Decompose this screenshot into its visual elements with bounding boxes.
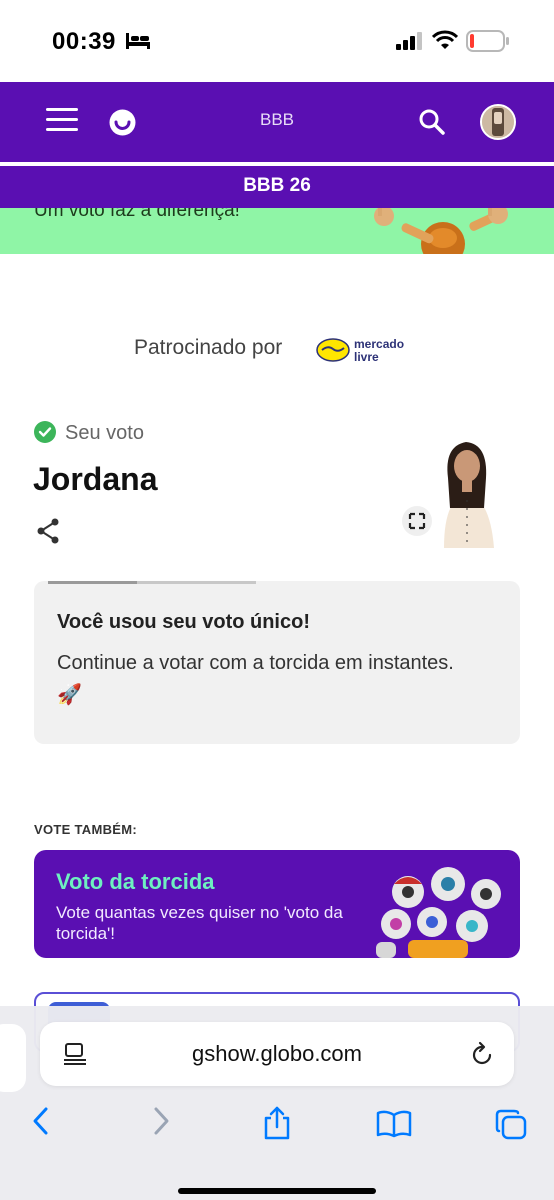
browser-toolbar: gshow.globo.com	[0, 1006, 554, 1200]
eyeball-mascots-illustration	[376, 867, 501, 958]
cooldown-progress-fill	[48, 581, 138, 584]
sleep-mode-icon	[126, 33, 150, 49]
cooldown-progress	[48, 581, 256, 584]
vote-status-label: Seu voto	[65, 422, 144, 444]
bookmarks-icon[interactable]	[376, 1110, 412, 1138]
avatar[interactable]	[480, 104, 516, 140]
candidate-name: Jordana	[33, 461, 158, 497]
crowd-vote-title: Voto da torcida	[56, 869, 215, 894]
wifi-icon	[432, 30, 458, 49]
share-sheet-icon[interactable]	[262, 1106, 292, 1140]
tabs-icon[interactable]	[494, 1108, 528, 1140]
address-bar[interactable]: gshow.globo.com	[40, 1022, 514, 1086]
forward-icon[interactable]	[150, 1106, 172, 1136]
back-icon[interactable]	[30, 1106, 52, 1136]
mascot-illustration	[374, 208, 508, 254]
previous-tab-peek[interactable]	[0, 1024, 26, 1092]
search-icon[interactable]	[418, 108, 446, 136]
svg-text:livre: livre	[354, 350, 379, 364]
site-header: BBB	[0, 82, 554, 162]
svg-text:mercado: mercado	[354, 337, 404, 351]
expand-photo-icon[interactable]	[402, 506, 432, 536]
section-bar: BBB 26	[0, 166, 554, 208]
reload-icon[interactable]	[470, 1041, 494, 1067]
card-body: Continue a votar com a torcida em instan…	[57, 652, 454, 706]
section-title[interactable]: BBB 26	[0, 175, 554, 197]
status-bar: 00:39	[0, 0, 554, 82]
card-title: Você usou seu voto único!	[57, 611, 310, 633]
banner-text: Um voto faz a diferença!	[34, 208, 240, 221]
share-icon[interactable]	[36, 518, 60, 544]
sponsor-label: Patrocinado por	[134, 336, 283, 359]
url-text[interactable]: gshow.globo.com	[40, 1041, 514, 1067]
page: 00:39 BBB BBB 26 Um voto faz a diferença…	[0, 0, 554, 1200]
mercado-livre-logo[interactable]: mercado livre	[316, 334, 416, 366]
crowd-vote-subtitle: Vote quantas vezes quiser no 'voto da to…	[56, 903, 343, 943]
status-time: 00:39	[52, 28, 116, 55]
cellular-signal-icon	[396, 32, 422, 50]
home-indicator	[178, 1188, 376, 1194]
battery-low-icon	[466, 30, 509, 52]
crowd-vote-card[interactable]: Voto da torcida Vote quantas vezes quise…	[34, 850, 520, 958]
check-circle-icon	[34, 421, 56, 443]
vote-also-heading: VOTE TAMBÉM:	[34, 822, 138, 837]
promo-banner[interactable]: Um voto faz a diferença!	[0, 208, 554, 254]
vote-confirmation-card: Você usou seu voto único! Continue a vot…	[34, 581, 520, 744]
brand-label[interactable]: BBB	[0, 110, 554, 130]
